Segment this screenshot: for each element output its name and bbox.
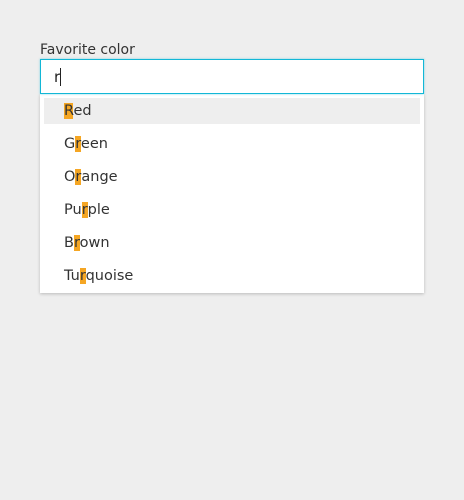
option-text-post: own bbox=[79, 235, 110, 251]
option-text-post: ange bbox=[81, 169, 118, 185]
option-turquoise[interactable]: Turquoise bbox=[44, 263, 420, 289]
option-orange[interactable]: Orange bbox=[44, 164, 420, 190]
option-text-pre: O bbox=[64, 169, 76, 185]
field-label: Favorite color bbox=[40, 42, 135, 58]
option-text-post: een bbox=[80, 136, 108, 152]
option-text-post: ple bbox=[87, 202, 110, 218]
favorite-color-combobox: Favorite color r Red Green Orange Purple… bbox=[40, 42, 424, 293]
option-purple[interactable]: Purple bbox=[44, 197, 420, 223]
option-text-pre: Pu bbox=[64, 202, 82, 218]
option-brown[interactable]: Brown bbox=[44, 230, 420, 256]
suggestion-listbox: Red Green Orange Purple Brown Turquoise bbox=[40, 94, 424, 293]
option-text-post: ed bbox=[73, 103, 92, 119]
text-caret bbox=[60, 68, 61, 86]
option-red[interactable]: Red bbox=[44, 98, 420, 124]
option-text-pre: Tu bbox=[64, 268, 80, 284]
color-search-input[interactable]: r bbox=[40, 59, 424, 94]
option-text-post: quoise bbox=[85, 268, 134, 284]
option-green[interactable]: Green bbox=[44, 131, 420, 157]
option-text-pre: G bbox=[64, 136, 76, 152]
option-text-pre: B bbox=[64, 235, 74, 251]
